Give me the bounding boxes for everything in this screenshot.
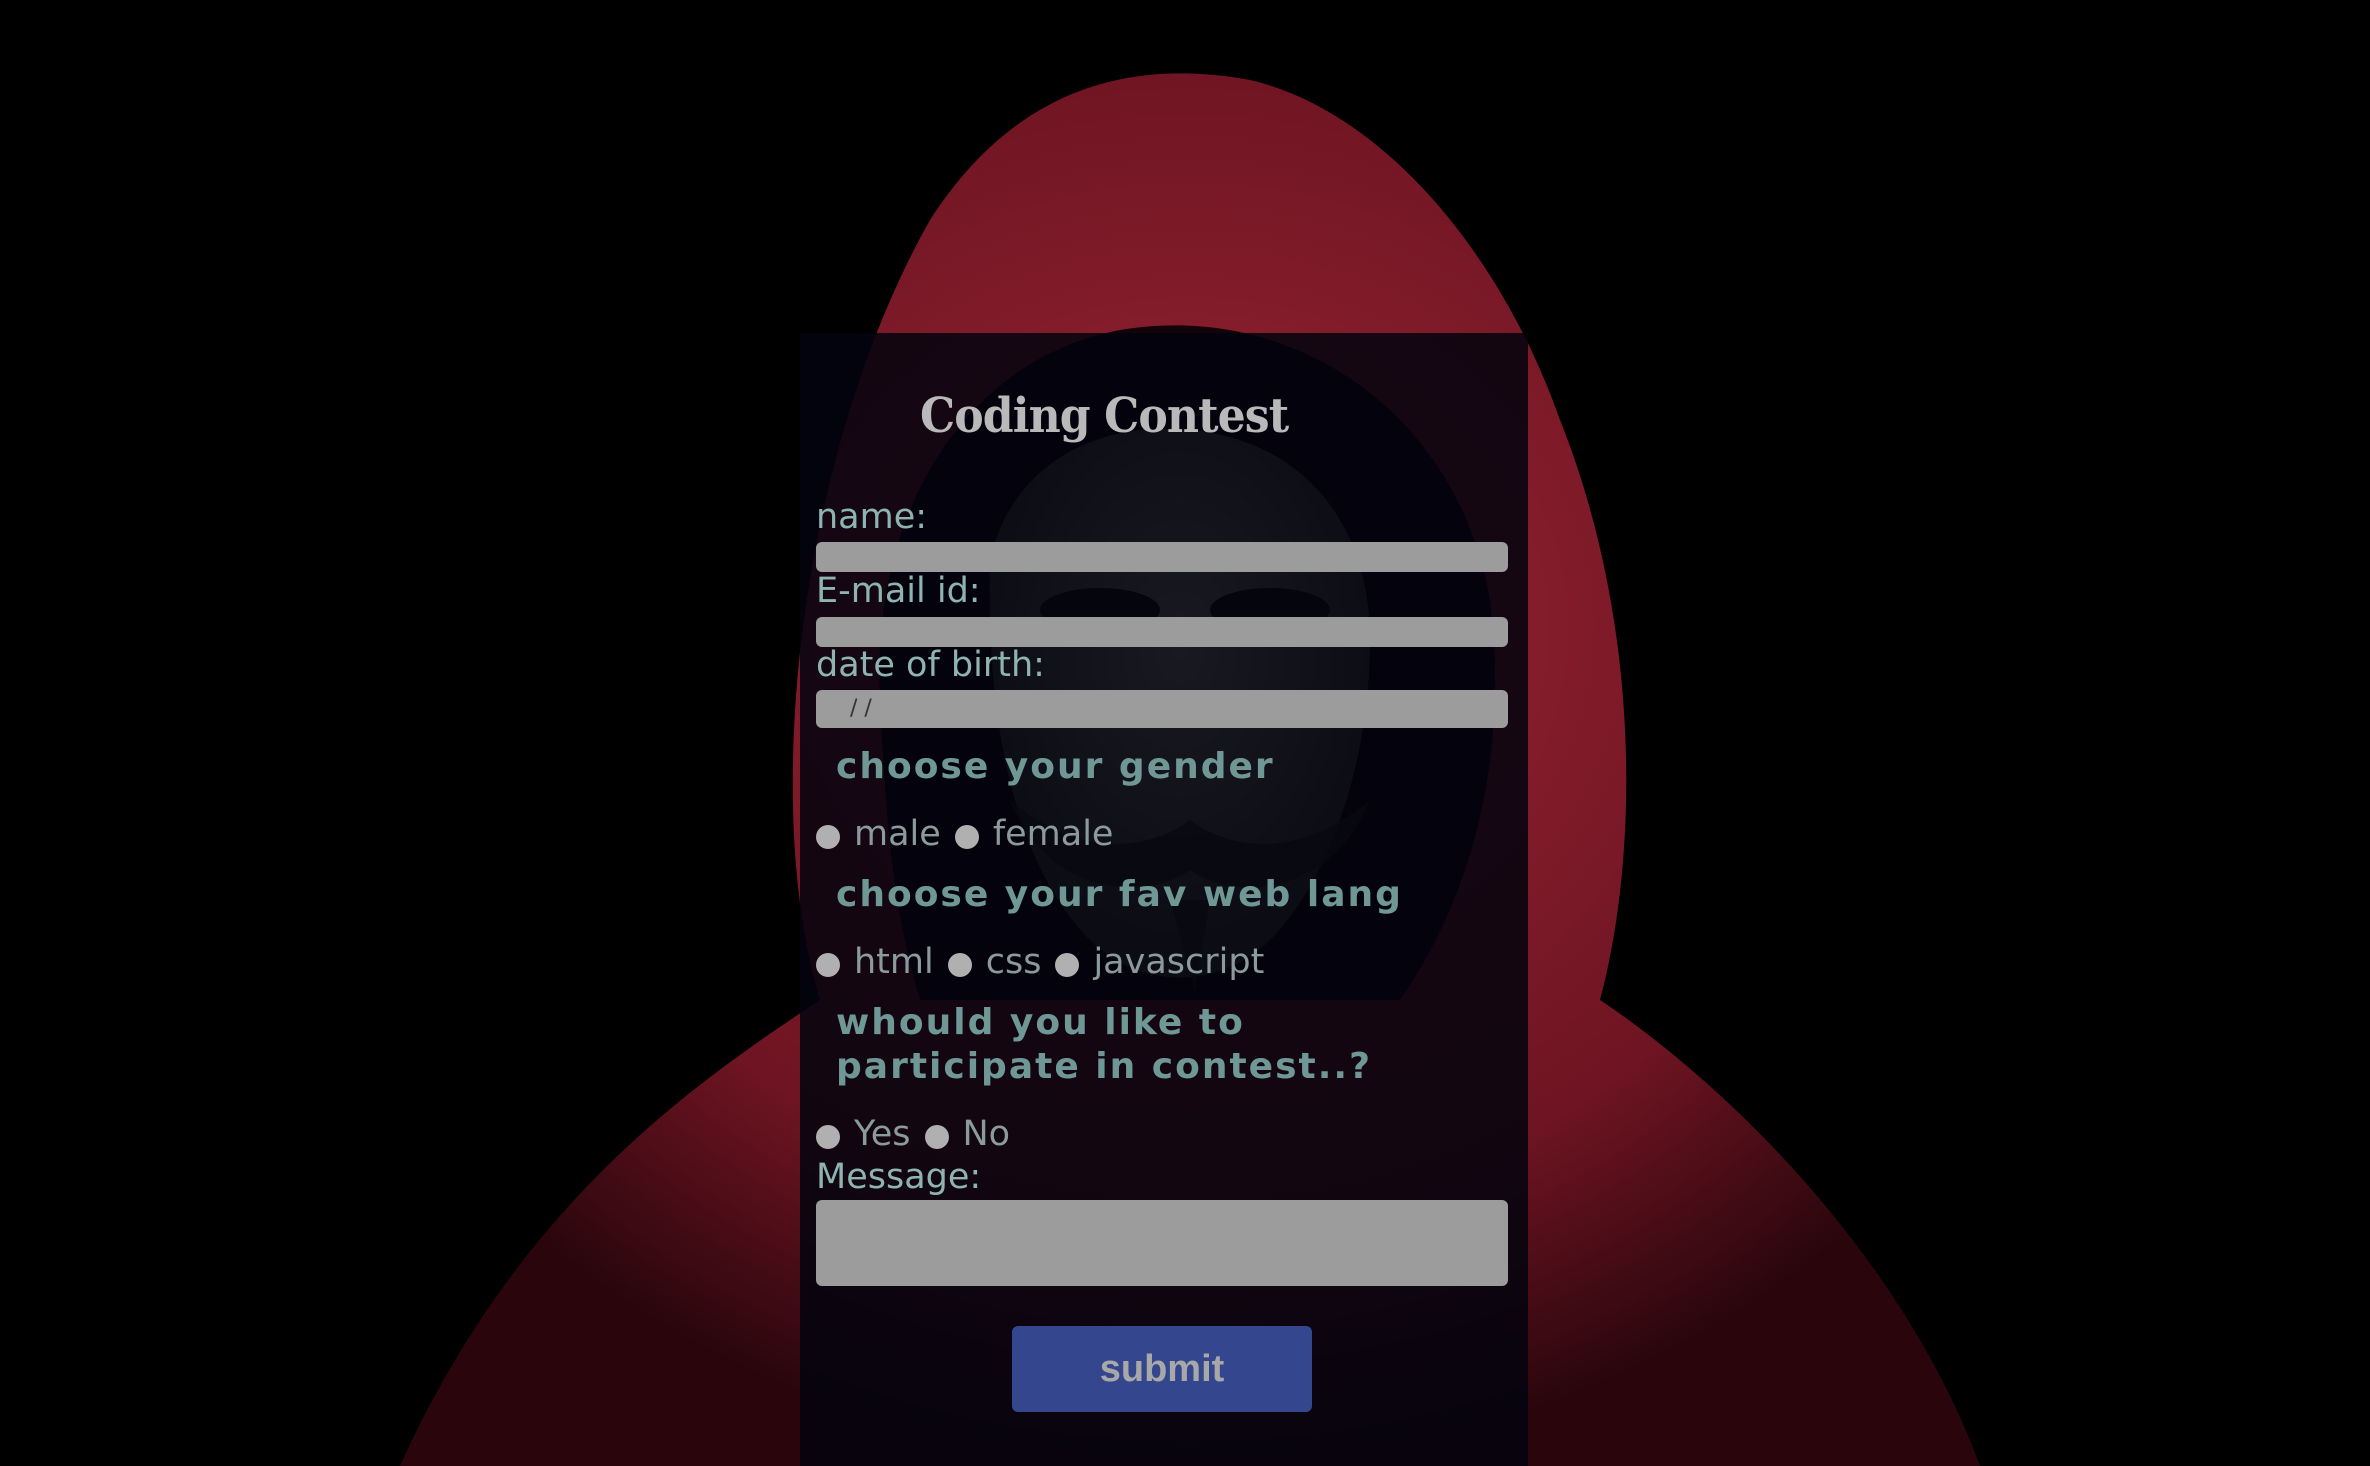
lang-html-label: html (854, 942, 934, 982)
lang-section-title: choose your fav web lang (836, 874, 1403, 915)
lang-javascript-label: javascript (1093, 942, 1265, 982)
dob-placeholder: / / (850, 696, 872, 721)
dob-input[interactable]: / / (816, 690, 1508, 728)
lang-css-label: css (985, 942, 1042, 982)
gender-male-label: male (854, 814, 941, 854)
gender-female-radio[interactable] (954, 825, 979, 849)
contest-form-card: Coding Contest name: E-mail id: date of … (800, 333, 1528, 1466)
email-input[interactable] (816, 617, 1508, 647)
message-textarea[interactable] (816, 1200, 1508, 1286)
name-label: name: (816, 497, 928, 537)
name-input[interactable] (816, 542, 1508, 572)
gender-male-radio[interactable] (816, 825, 840, 849)
lang-css-radio[interactable] (947, 953, 972, 977)
participate-yes-radio[interactable] (816, 1125, 840, 1149)
email-label: E-mail id: (816, 571, 981, 611)
participate-yes-label: Yes (854, 1114, 911, 1154)
lang-html-radio[interactable] (816, 953, 840, 977)
lang-javascript-radio[interactable] (1055, 953, 1080, 977)
participate-options: Yes No (816, 1114, 1024, 1154)
participate-section-title: whould you like to participate in contes… (836, 1002, 1372, 1087)
gender-options: male female (816, 814, 1127, 854)
participate-no-radio[interactable] (924, 1125, 949, 1149)
participate-no-label: No (962, 1114, 1011, 1154)
page-title: Coding Contest (920, 388, 1289, 444)
message-label: Message: (816, 1157, 982, 1197)
gender-female-label: female (992, 814, 1114, 854)
dob-label: date of birth: (816, 645, 1045, 685)
lang-options: html css javascript (816, 942, 1278, 982)
gender-section-title: choose your gender (836, 746, 1275, 787)
submit-button[interactable]: submit (1012, 1326, 1312, 1412)
